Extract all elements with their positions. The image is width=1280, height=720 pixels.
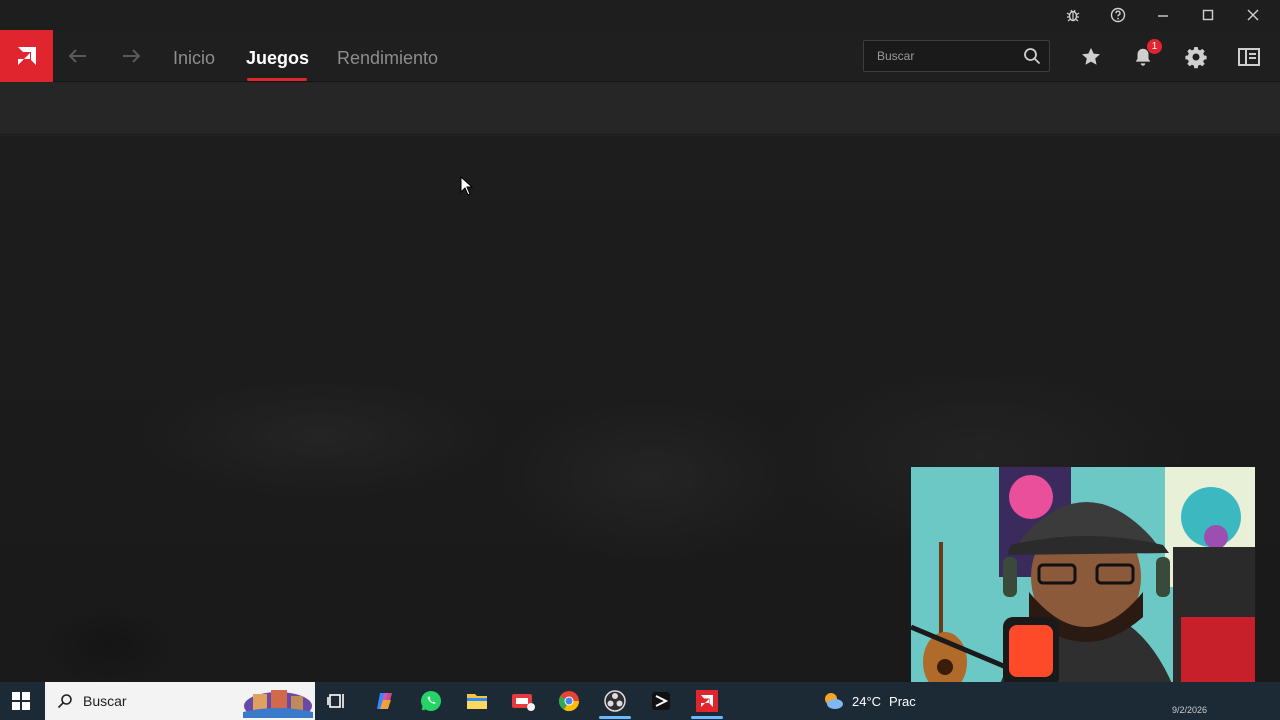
weather-widget[interactable]: 24°C Prac [822, 690, 916, 712]
taskbar-search-icon [57, 694, 72, 709]
tab-inicio[interactable]: Inicio [173, 44, 215, 72]
taskbar-date: 9/2/2026 [1172, 705, 1208, 715]
whatsapp-icon[interactable] [418, 688, 444, 714]
file-explorer-icon[interactable] [464, 688, 490, 714]
help-icon[interactable] [1107, 4, 1129, 26]
search-highlight-image [243, 690, 313, 718]
search-icon[interactable] [1023, 47, 1041, 65]
mouse-cursor-icon [460, 176, 474, 196]
windows-taskbar: Buscar 24°C Prac 9/2/2026 [0, 682, 1280, 720]
search-box [863, 40, 1050, 72]
search-input[interactable] [864, 41, 1014, 71]
task-view-icon[interactable] [324, 688, 350, 714]
amd-taskbar-icon[interactable] [694, 688, 720, 714]
weather-desc: Prac [889, 693, 916, 709]
taskbar-search-label: Buscar [83, 693, 127, 709]
sidebar-icon[interactable] [1236, 44, 1262, 70]
tab-rendimiento[interactable]: Rendimiento [337, 44, 438, 72]
bug-icon[interactable] [1062, 4, 1084, 26]
notification-badge: 1 [1147, 39, 1162, 54]
amd-logo[interactable] [0, 30, 53, 82]
copilot-icon[interactable] [372, 688, 398, 714]
webcam-overlay [911, 467, 1255, 707]
app-red-icon[interactable] [510, 688, 536, 714]
gear-icon[interactable] [1183, 44, 1209, 70]
back-arrow-icon[interactable] [66, 44, 90, 68]
minimize-icon[interactable] [1152, 4, 1174, 26]
obs-active-indicator [599, 716, 631, 719]
active-tab-indicator [247, 78, 307, 81]
forward-arrow-icon[interactable] [119, 44, 143, 68]
chrome-icon[interactable] [556, 688, 582, 714]
sub-toolbar [0, 83, 1280, 135]
capcut-icon[interactable] [648, 688, 674, 714]
weather-icon [825, 693, 843, 709]
star-icon[interactable] [1078, 44, 1104, 70]
title-bar [0, 0, 1280, 30]
windows-start-icon[interactable] [10, 690, 32, 712]
amd-active-indicator [691, 716, 723, 719]
maximize-icon[interactable] [1197, 4, 1219, 26]
close-icon[interactable] [1242, 4, 1264, 26]
weather-temp: 24°C [852, 693, 882, 709]
taskbar-search-box[interactable]: Buscar [45, 682, 315, 720]
tab-juegos[interactable]: Juegos [246, 44, 309, 72]
obs-icon[interactable] [602, 688, 628, 714]
